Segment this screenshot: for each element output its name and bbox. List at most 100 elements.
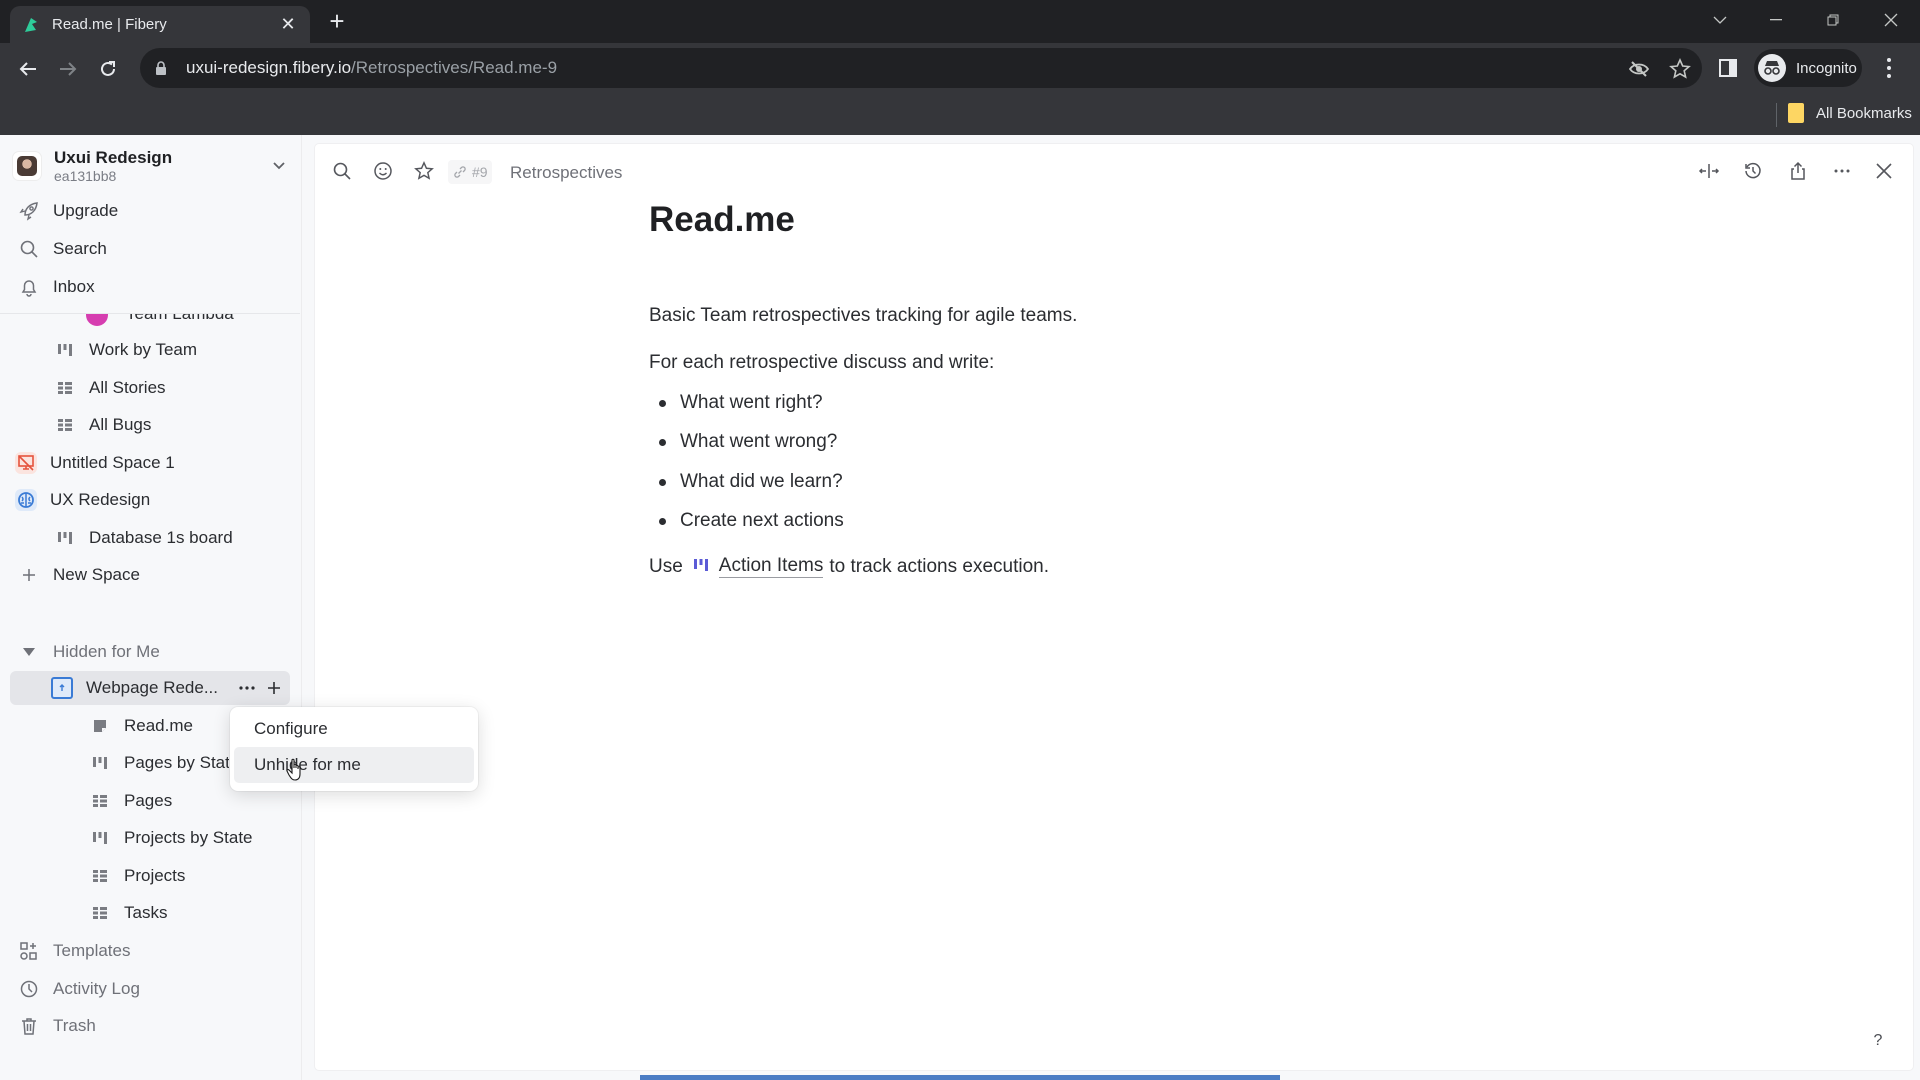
- plus-icon: [18, 564, 40, 586]
- paragraph[interactable]: Basic Team retrospectives tracking for a…: [649, 305, 1077, 327]
- incognito-icon: [1758, 54, 1786, 82]
- more-icon[interactable]: [1829, 158, 1855, 184]
- sidebar-item-inbox[interactable]: Inbox: [18, 271, 95, 303]
- rocket-icon: [18, 200, 40, 222]
- help-button[interactable]: ?: [1861, 1024, 1895, 1058]
- workspace-switcher[interactable]: Uxui Redesign ea131bb8: [12, 143, 297, 189]
- brain-icon: [15, 489, 37, 511]
- eye-off-icon[interactable]: [1628, 58, 1650, 80]
- search-icon: [18, 238, 40, 260]
- sidebar-item-pages[interactable]: Pages: [89, 785, 172, 817]
- history-icon[interactable]: [1740, 158, 1766, 184]
- restore-icon[interactable]: [1819, 8, 1847, 32]
- table-icon: [89, 902, 111, 924]
- add-item-icon[interactable]: [263, 677, 285, 699]
- breadcrumb-retrospectives[interactable]: Retrospectives: [510, 163, 622, 183]
- sidebar-item-search[interactable]: Search: [18, 233, 107, 265]
- sidebar-item-templates[interactable]: Templates: [18, 935, 130, 967]
- sidebar-item-label: Work by Team: [89, 340, 198, 359]
- bullet-icon: [659, 438, 666, 446]
- sidebar-item-read-me[interactable]: Read.me: [89, 710, 193, 742]
- browser-tab[interactable]: Read.me | Fibery ✕: [10, 6, 310, 43]
- sidebar-item-all-stories[interactable]: All Stories: [54, 372, 166, 404]
- reload-icon[interactable]: [94, 55, 122, 83]
- sidebar-item-work-by-team[interactable]: Work by Team: [54, 334, 197, 366]
- sidebar-item-upgrade[interactable]: Upgrade: [18, 195, 118, 227]
- list-item[interactable]: Create next actions: [659, 510, 844, 532]
- menu-item-unhide-for-me[interactable]: Unhide for me: [234, 747, 474, 783]
- sidebar-item-database-1s-board[interactable]: Database 1s board: [54, 522, 233, 554]
- sidebar-item-projects[interactable]: Projects: [89, 860, 185, 892]
- tab-search-icon[interactable]: [1706, 8, 1734, 32]
- webpage-redesign-row[interactable]: Webpage Rede...: [51, 672, 218, 704]
- table-icon: [89, 790, 111, 812]
- new-tab-button[interactable]: +: [325, 8, 349, 34]
- bookmarks-divider: [1776, 103, 1777, 127]
- address-bar[interactable]: uxui-redesign.fibery.io/Retrospectives/R…: [140, 48, 1702, 88]
- fibery-app: Uxui Redesign ea131bb8 Upgrade Search In…: [0, 135, 1920, 1080]
- action-items-link[interactable]: Action Items: [718, 555, 824, 578]
- loading-progress-bar: [640, 1075, 1280, 1080]
- sidebar-item-tasks[interactable]: Tasks: [89, 897, 167, 929]
- board-icon: [693, 558, 708, 571]
- close-panel-icon[interactable]: [1871, 158, 1897, 184]
- fibery-logo-icon: [25, 17, 37, 32]
- new-space-label: New Space: [53, 565, 140, 584]
- share-icon[interactable]: [1785, 158, 1811, 184]
- sidebar-item-label: Pages by State: [124, 753, 229, 772]
- list-item[interactable]: What did we learn?: [659, 471, 843, 493]
- browser-menu-icon[interactable]: [1886, 57, 1892, 79]
- emoji-icon[interactable]: [370, 158, 396, 184]
- hidden-for-me-section[interactable]: Hidden for Me: [18, 636, 160, 668]
- sidebar-item-label: Pages: [124, 791, 173, 810]
- url-host: uxui-redesign.fibery.io: [186, 58, 352, 77]
- tab-title: Read.me | Fibery: [52, 16, 167, 33]
- document-title[interactable]: Read.me: [649, 200, 795, 240]
- sidebar-item-pages-by-state[interactable]: Pages by State: [89, 747, 229, 779]
- close-tab-icon[interactable]: ✕: [278, 14, 298, 35]
- list-item[interactable]: What went right?: [659, 392, 823, 414]
- sidebar-item-label: All Stories: [89, 378, 166, 397]
- menu-item-configure[interactable]: Configure: [234, 711, 474, 747]
- workspace-name: Uxui Redesign: [54, 148, 173, 167]
- all-bookmarks-button[interactable]: All Bookmarks: [1778, 103, 1912, 123]
- table-icon: [54, 377, 76, 399]
- bullet-icon: [659, 399, 666, 407]
- bookmark-star-icon[interactable]: [1669, 58, 1691, 80]
- incognito-profile-button[interactable]: Incognito: [1754, 49, 1862, 87]
- forward-icon[interactable]: [54, 55, 82, 83]
- bullet-icon: [659, 517, 666, 525]
- bullet-icon: [659, 478, 666, 486]
- list-item[interactable]: What went wrong?: [659, 431, 837, 453]
- chevron-down-icon[interactable]: [269, 155, 289, 175]
- favorite-star-icon[interactable]: [411, 158, 437, 184]
- sidebar-item-label: Activity Log: [53, 979, 140, 998]
- copy-link-button[interactable]: #9: [448, 160, 492, 184]
- sidebar-item-ux-redesign[interactable]: UX Redesign: [15, 484, 150, 516]
- bell-icon: [18, 276, 40, 298]
- back-icon[interactable]: [14, 55, 42, 83]
- sidebar-item-trash[interactable]: Trash: [18, 1010, 96, 1042]
- more-options-icon[interactable]: [236, 677, 258, 699]
- sidebar-item-team-lambda[interactable]: Team Lambda: [0, 314, 300, 328]
- templates-icon: [18, 940, 40, 962]
- paragraph[interactable]: For each retrospective discuss and write…: [649, 352, 994, 374]
- minimize-icon[interactable]: [1762, 8, 1790, 32]
- expand-width-icon[interactable]: [1696, 158, 1722, 184]
- board-icon: [89, 752, 111, 774]
- side-panel-icon[interactable]: [1718, 58, 1738, 78]
- sidebar-item-all-bugs[interactable]: All Bugs: [54, 409, 151, 441]
- sidebar-item-untitled-space-1[interactable]: Untitled Space 1: [15, 447, 175, 479]
- sidebar: Uxui Redesign ea131bb8 Upgrade Search In…: [0, 135, 302, 1080]
- sidebar-item-label: Read.me: [124, 716, 193, 735]
- list-item-text: Create next actions: [680, 510, 844, 531]
- document-panel: #9 Retrospectives Read.me Basic Team ret…: [315, 144, 1913, 1070]
- search-icon[interactable]: [329, 158, 355, 184]
- clock-icon: [18, 978, 40, 1000]
- new-space-button[interactable]: New Space: [18, 559, 140, 591]
- sidebar-item-projects-by-state[interactable]: Projects by State: [89, 822, 253, 854]
- close-window-icon[interactable]: [1877, 8, 1905, 32]
- workspace-avatar: [12, 151, 42, 181]
- board-icon: [89, 827, 111, 849]
- sidebar-item-activity-log[interactable]: Activity Log: [18, 973, 140, 1005]
